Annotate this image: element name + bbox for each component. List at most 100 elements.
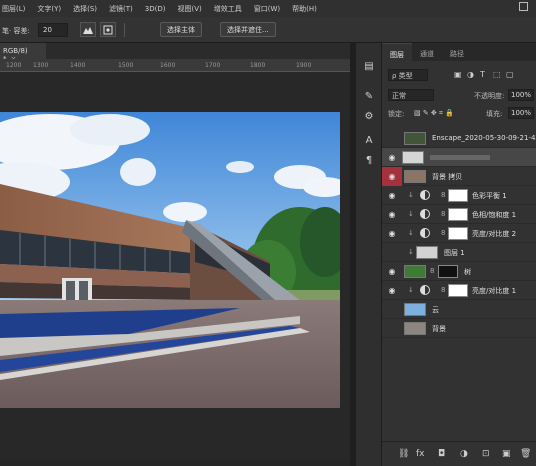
tolerance-label: 笔· 容差: — [2, 27, 30, 35]
layer-row[interactable]: ↓ 图层 1 — [382, 243, 536, 262]
select-subject-button[interactable]: 选择主体 — [160, 22, 202, 37]
tab-channels[interactable]: 通道 — [412, 43, 442, 61]
paragraph-icon[interactable]: ¶ — [362, 153, 376, 167]
eye-icon[interactable]: ◉ — [387, 210, 397, 219]
layer-row[interactable]: ◉ — [382, 148, 536, 167]
document-image[interactable] — [0, 112, 340, 408]
layer-row[interactable]: Enscape_2020-05-30-09-21-42_ — [382, 129, 536, 148]
pixel-filter-icon[interactable]: ▣ — [454, 70, 462, 79]
maximize-icon[interactable] — [519, 2, 528, 11]
tab-layers[interactable]: 图层 — [382, 43, 412, 61]
lock-row: 锁定: ▧ ✎ ✥ ⌗ 🔒 填充: 100% — [382, 105, 536, 121]
link-icon[interactable]: 8 — [441, 191, 445, 199]
ruler-tick: 1300 — [33, 62, 49, 69]
fx-icon[interactable]: fx — [416, 449, 425, 459]
eye-icon[interactable]: ◉ — [387, 267, 397, 276]
layer-row[interactable]: 云 — [382, 300, 536, 319]
menu-help[interactable]: 帮助(H) — [292, 4, 317, 14]
panel-tabs: 图层 通道 路径 — [382, 43, 536, 61]
canvas-area[interactable] — [0, 72, 350, 460]
adjustment-icon — [420, 190, 430, 200]
layer-mask[interactable] — [448, 189, 468, 202]
trash-icon[interactable]: 🗑 — [520, 449, 531, 459]
adjustment-filter-icon[interactable]: ◑ — [467, 70, 475, 79]
link-icon[interactable]: 8 — [430, 267, 434, 275]
layer-row[interactable]: ◉ 背景 拷贝 — [382, 167, 536, 186]
menu-layer[interactable]: 图层(L) — [2, 4, 25, 14]
menu-view[interactable]: 视图(V) — [177, 4, 201, 14]
lock-label: 锁定: — [388, 110, 405, 118]
layer-name: 色彩平衡 1 — [472, 192, 507, 200]
menu-filter[interactable]: 滤镜(T) — [109, 4, 133, 14]
layer-mask[interactable] — [448, 284, 468, 297]
menu-select[interactable]: 选择(S) — [73, 4, 97, 14]
layer-mask[interactable] — [448, 208, 468, 221]
opacity-input[interactable]: 100% — [508, 89, 534, 101]
eye-icon[interactable]: ◉ — [387, 229, 397, 238]
layer-row[interactable]: ◉ ↓ 8 色相/饱和度 1 — [382, 205, 536, 224]
link-layers-icon[interactable]: ⛓ — [398, 449, 409, 459]
layer-row[interactable]: ◉ ↓ 8 亮度/对比度 2 — [382, 224, 536, 243]
menu-3d[interactable]: 3D(D) — [145, 5, 166, 13]
select-and-mask-button[interactable]: 选择并遮住... — [220, 22, 276, 37]
opacity-label: 不透明度: — [474, 92, 505, 100]
layers-panel: 图层 通道 路径 ρ 类型 ▣ ◑ T ⬚ ▢ 正常 不透明度: 100% 锁定… — [382, 43, 536, 466]
layer-name: 色相/饱和度 1 — [472, 211, 517, 219]
fill-input[interactable]: 100% — [508, 107, 534, 119]
divider — [124, 23, 125, 37]
link-icon[interactable]: 8 — [441, 229, 445, 237]
clip-icon: ↓ — [408, 191, 414, 199]
link-icon[interactable]: 8 — [441, 286, 445, 294]
tab-paths[interactable]: 路径 — [442, 43, 472, 61]
layer-name-edit[interactable] — [430, 155, 490, 160]
brush-icon[interactable]: ✎ — [362, 89, 376, 103]
layer-thumbnail — [402, 151, 424, 164]
new-layer-icon[interactable]: ▣ — [502, 449, 511, 459]
layer-row[interactable]: ◉ 8 树 — [382, 262, 536, 281]
ruler-tick: 1700 — [205, 62, 221, 69]
layer-row[interactable]: ◉ ↓ 8 色彩平衡 1 — [382, 186, 536, 205]
eye-icon[interactable]: ◉ — [387, 286, 397, 295]
shape-filter-icon[interactable]: ⬚ — [493, 70, 501, 79]
layer-mask[interactable] — [438, 265, 458, 278]
add-mask-icon[interactable]: ◘ — [438, 449, 445, 459]
type-filter-icon[interactable]: T — [480, 70, 488, 79]
history-icon[interactable]: ▤ — [362, 59, 376, 73]
document-tab-bar: RGB/8) *× — [0, 43, 350, 63]
eye-icon[interactable]: ◉ — [387, 172, 397, 181]
layer-name: 背景 — [432, 325, 446, 333]
collapsed-panels: ▤ ✎ ⚙ A ¶ — [356, 43, 382, 466]
layer-name: 图层 1 — [444, 249, 465, 257]
group-icon[interactable]: ⊡ — [482, 449, 490, 459]
document-tab[interactable]: RGB/8) *× — [0, 43, 46, 63]
filter-kind-select[interactable]: ρ 类型 — [388, 69, 428, 81]
character-icon[interactable]: A — [362, 133, 376, 147]
eye-icon[interactable]: ◉ — [387, 191, 397, 200]
layer-name: 云 — [432, 306, 439, 314]
adjustment-icon — [420, 228, 430, 238]
lock-icons[interactable]: ▧ ✎ ✥ ⌗ 🔒 — [414, 109, 454, 118]
layer-thumbnail — [404, 170, 426, 183]
refine-edge-icon[interactable] — [100, 22, 116, 37]
sample-all-layers-icon[interactable] — [80, 22, 96, 37]
menu-type[interactable]: 文字(Y) — [37, 4, 61, 14]
layer-name: 亮度/对比度 1 — [472, 287, 517, 295]
ruler-tick: 1600 — [160, 62, 176, 69]
layer-row[interactable]: 背景 — [382, 319, 536, 338]
layer-row[interactable]: ◉ ↓ 8 亮度/对比度 1 — [382, 281, 536, 300]
layer-thumbnail — [404, 265, 426, 278]
eye-icon[interactable]: ◉ — [387, 153, 397, 162]
menu-window[interactable]: 窗口(W) — [254, 4, 280, 14]
smart-object-filter-icon[interactable]: ▢ — [506, 70, 514, 79]
adjustment-layer-icon[interactable]: ◑ — [460, 449, 468, 459]
adjustment-icon — [420, 285, 430, 295]
ruler-tick: 1500 — [118, 62, 134, 69]
blend-mode-select[interactable]: 正常 — [388, 89, 434, 101]
clone-source-icon[interactable]: ⚙ — [362, 109, 376, 123]
ruler-tick: 1200 — [6, 62, 22, 69]
menu-plugins[interactable]: 增效工具 — [214, 4, 242, 14]
filter-icons: ▣ ◑ T ⬚ ▢ — [454, 70, 514, 79]
layer-mask[interactable] — [448, 227, 468, 240]
tolerance-input[interactable]: 20 — [38, 23, 68, 37]
link-icon[interactable]: 8 — [441, 210, 445, 218]
